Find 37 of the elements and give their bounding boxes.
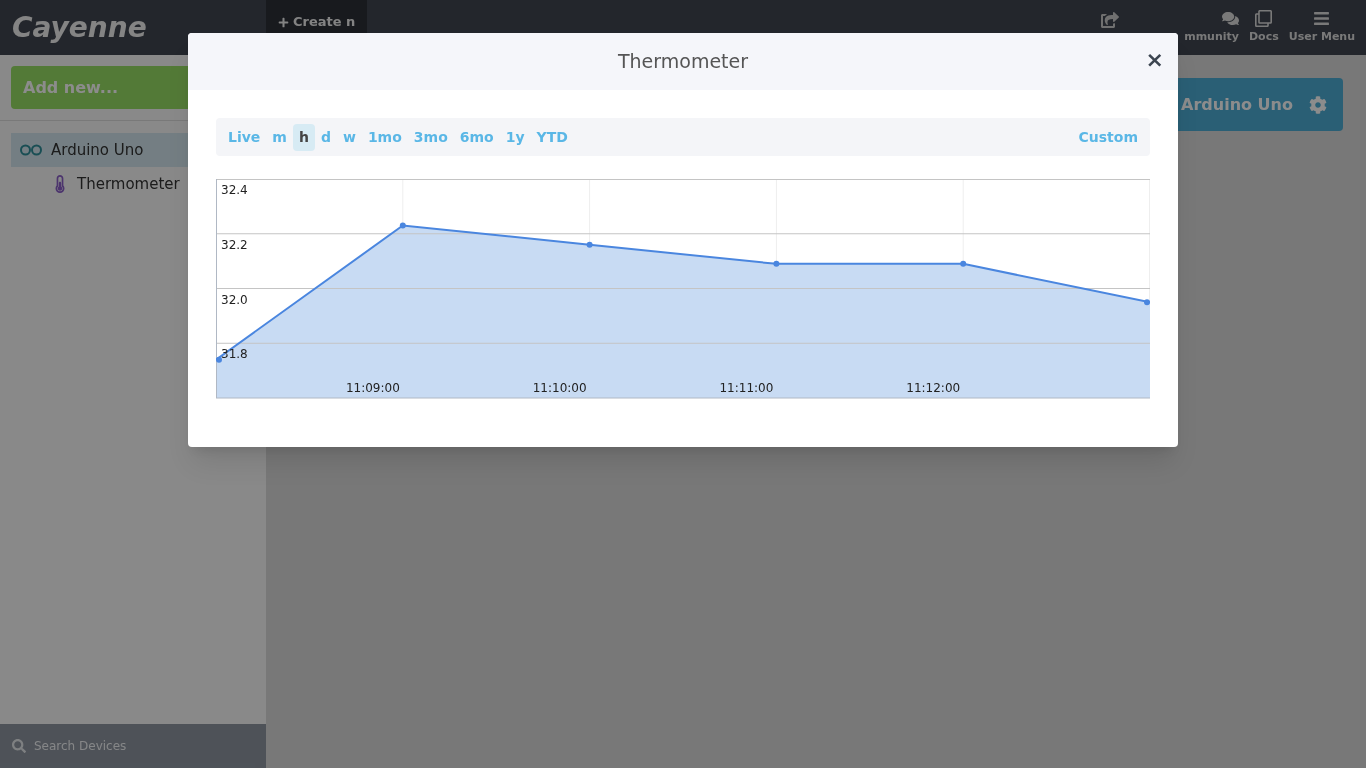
close-button[interactable]: × <box>1145 49 1164 71</box>
x-tick-label: 11:09:00 <box>345 381 400 395</box>
infinity-icon <box>19 144 43 156</box>
nav-link[interactable]: Docs <box>1243 9 1284 46</box>
plus-icon <box>278 16 289 28</box>
data-point <box>1144 299 1150 306</box>
range-tab[interactable]: YTD <box>530 123 574 151</box>
range-tab[interactable]: 1y <box>499 123 531 151</box>
data-point <box>216 356 222 363</box>
share-icon[interactable] <box>1101 10 1120 29</box>
range-tab[interactable]: h <box>292 123 315 151</box>
range-tab[interactable]: w <box>336 123 362 151</box>
chat-icon <box>1221 9 1239 27</box>
data-point <box>960 260 967 267</box>
settings-icon <box>1309 95 1327 114</box>
y-tick-label: 32.4 <box>221 183 248 197</box>
data-point <box>586 241 593 248</box>
x-tick-label: 11:12:00 <box>906 381 961 395</box>
range-tab[interactable]: m <box>266 123 293 151</box>
search-icon <box>12 739 26 753</box>
x-tick-label: 11:10:00 <box>532 381 587 395</box>
logo: Cayenne <box>11 9 148 46</box>
y-tick-label: 31.8 <box>221 347 248 362</box>
data-point <box>773 260 780 267</box>
x-tick-label: 11:11:00 <box>719 381 774 395</box>
y-tick-label: 32.0 <box>221 292 248 307</box>
range-tab[interactable]: 6mo <box>453 123 500 151</box>
range-tab[interactable]: d <box>314 123 337 151</box>
nav-link[interactable]: mmunity <box>1179 9 1244 46</box>
range-tab[interactable]: 3mo <box>407 123 454 151</box>
docs-icon <box>1255 9 1273 27</box>
y-tick-label: 32.2 <box>221 237 248 252</box>
nav-link[interactable]: User Menu <box>1283 9 1360 46</box>
modal-title: Thermometer <box>617 49 749 75</box>
range-tab[interactable]: 1mo <box>361 123 408 151</box>
menu-icon <box>1313 9 1331 27</box>
data-point <box>399 222 406 229</box>
